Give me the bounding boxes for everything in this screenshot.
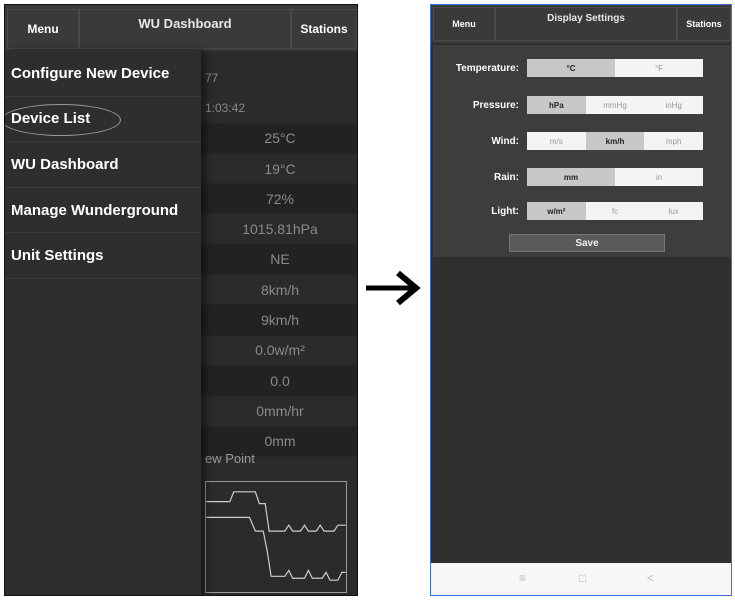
pressure-option-mmhg[interactable]: mmHg <box>586 96 645 114</box>
android-nav-bar: ≡ □ < <box>431 563 731 595</box>
dashboard-row: 77 <box>201 63 357 94</box>
home-icon[interactable]: □ <box>579 571 586 585</box>
wind-option-kmh[interactable]: km/h <box>585 132 645 150</box>
back-icon[interactable]: < <box>647 571 654 585</box>
menu-icon[interactable]: ≡ <box>519 571 526 585</box>
light-option-fc[interactable]: fc <box>586 202 645 220</box>
navigation-drawer: Configure New Device Device List WU Dash… <box>5 51 201 595</box>
drawer-item-configure-new-device[interactable]: Configure New Device <box>5 51 201 97</box>
stations-button[interactable]: Stations <box>677 7 731 41</box>
dashboard-row: NE <box>201 244 357 276</box>
dashboard-row: 25°C <box>201 123 357 154</box>
dashboard-values: 77 1:03:42 25°C 19°C 72% 1015.81hPa NE 8… <box>201 63 357 457</box>
graph-line-lower <box>206 516 346 581</box>
phone-left: Menu WU Dashboard Stations 77 1:03:42 25… <box>4 4 358 596</box>
page-title: WU Dashboard <box>79 9 291 49</box>
drawer-item-wu-dashboard[interactable]: WU Dashboard <box>5 142 201 188</box>
pressure-label: Pressure: <box>472 100 519 111</box>
display-settings-panel: Temperature: °C °F Pressure: hPa mmHg in… <box>433 45 731 257</box>
dashboard-row: 9km/h <box>201 305 357 336</box>
top-bar: Menu WU Dashboard Stations <box>5 5 357 51</box>
dashboard-row: 0.0 <box>201 365 357 397</box>
rain-unit-selector: mm in <box>527 168 703 186</box>
wind-option-ms[interactable]: m/s <box>527 132 586 150</box>
dashboard-row: 1015.81hPa <box>201 214 357 245</box>
drawer-item-manage-wunderground[interactable]: Manage Wunderground <box>5 188 201 234</box>
rain-option-in[interactable]: in <box>615 168 703 186</box>
rain-label: Rain: <box>494 172 519 183</box>
page-title: Display Settings <box>495 7 677 41</box>
rain-option-mm[interactable]: mm <box>527 168 615 186</box>
wind-label: Wind: <box>491 136 519 147</box>
dashboard-row: 72% <box>201 184 357 215</box>
wind-option-mph[interactable]: mph <box>644 132 703 150</box>
light-option-wm2[interactable]: w/m² <box>527 202 586 220</box>
pressure-option-inhg[interactable]: inHg <box>644 96 703 114</box>
top-bar: Menu Display Settings Stations <box>431 5 731 43</box>
light-unit-selector: w/m² fc lux <box>527 202 703 220</box>
temperature-setting: Temperature: °C °F <box>433 59 731 79</box>
save-button[interactable]: Save <box>509 234 665 252</box>
menu-button[interactable]: Menu <box>433 7 495 41</box>
pressure-setting: Pressure: hPa mmHg inHg <box>433 96 731 116</box>
wind-setting: Wind: m/s km/h mph <box>433 132 731 152</box>
light-setting: Light: w/m² fc lux <box>433 202 731 222</box>
wind-unit-selector: m/s km/h mph <box>527 132 703 150</box>
graph-label: ew Point <box>205 451 255 466</box>
light-option-lux[interactable]: lux <box>644 202 703 220</box>
dashboard-row: 8km/h <box>201 275 357 306</box>
graph-line-upper <box>206 491 346 532</box>
drawer-item-unit-settings[interactable]: Unit Settings <box>5 233 201 279</box>
rain-setting: Rain: mm in <box>433 168 731 188</box>
drawer-item-device-list[interactable]: Device List <box>5 97 201 143</box>
temperature-label: Temperature: <box>455 63 519 74</box>
pressure-unit-selector: hPa mmHg inHg <box>527 96 703 114</box>
temperature-option-c[interactable]: °C <box>527 59 615 77</box>
pressure-option-hpa[interactable]: hPa <box>527 96 586 114</box>
stations-button[interactable]: Stations <box>291 9 357 49</box>
dashboard-row: 0mm/hr <box>201 396 357 427</box>
arrow-right-icon <box>366 270 421 306</box>
temperature-option-f[interactable]: °F <box>615 59 703 77</box>
dew-point-graph <box>205 481 347 593</box>
light-label: Light: <box>491 206 519 217</box>
menu-button[interactable]: Menu <box>7 9 79 49</box>
phone-right: Menu Display Settings Stations Temperatu… <box>430 4 732 596</box>
temperature-unit-selector: °C °F <box>527 59 703 77</box>
dashboard-row: 0.0w/m² <box>201 336 357 366</box>
dashboard-row: 1:03:42 <box>201 93 357 124</box>
dashboard-row: 19°C <box>201 154 357 185</box>
